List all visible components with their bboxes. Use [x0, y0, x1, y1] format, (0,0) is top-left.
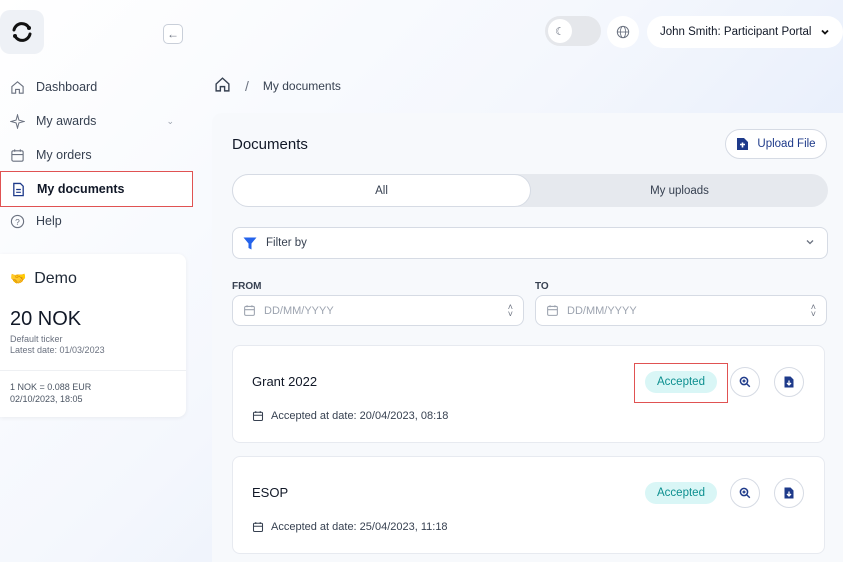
theme-toggle[interactable]: ☾ — [545, 16, 601, 46]
sidebar-item-label: My awards — [36, 114, 97, 128]
document-icon — [9, 180, 27, 198]
filter-label: Filter by — [266, 237, 307, 249]
home-icon[interactable] — [214, 76, 231, 96]
calendar-icon — [244, 305, 255, 316]
collapse-sidebar-button[interactable]: ← — [163, 24, 183, 44]
document-date: Accepted at date: 25/04/2023, 11:18 — [252, 521, 448, 533]
from-date-input[interactable]: DD/MM/YYYY ˄ ˅ — [232, 295, 524, 326]
sidebar-item-label: My documents — [37, 182, 125, 196]
document-name: ESOP — [252, 485, 289, 500]
upload-file-button[interactable]: Upload File — [725, 129, 827, 159]
logo-icon — [12, 22, 32, 42]
sidebar-item-label: Help — [36, 214, 62, 228]
sidebar-item-help[interactable]: ? Help — [0, 204, 190, 238]
spinner-icon[interactable]: ˄ ˅ — [811, 302, 816, 318]
download-button[interactable] — [774, 367, 804, 397]
sidebar-item-my-awards[interactable]: My awards ⌄ — [0, 104, 190, 138]
download-button[interactable] — [774, 478, 804, 508]
sidebar-item-dashboard[interactable]: Dashboard — [0, 70, 190, 104]
breadcrumb-separator: / — [245, 78, 249, 94]
sidebar-item-my-documents[interactable]: My documents — [0, 171, 193, 207]
divider — [0, 370, 186, 371]
to-date-placeholder: DD/MM/YYYY — [567, 304, 637, 317]
exchange-rate-time: 02/10/2023, 18:05 — [10, 394, 83, 404]
document-tabs: All My uploads — [232, 174, 828, 207]
filter-icon — [243, 237, 257, 249]
to-date-input[interactable]: DD/MM/YYYY ˄ ˅ — [535, 295, 827, 326]
chevron-down-icon: ⌄ — [166, 115, 174, 126]
page-title: Documents — [232, 136, 308, 153]
filter-dropdown[interactable]: Filter by — [232, 227, 828, 259]
sidebar-item-label: Dashboard — [36, 80, 98, 94]
document-date: Accepted at date: 20/04/2023, 08:18 — [252, 410, 448, 422]
help-icon: ? — [8, 212, 26, 230]
sparkle-icon — [8, 112, 26, 130]
language-button[interactable] — [607, 16, 639, 48]
app-logo[interactable] — [0, 10, 44, 54]
from-label: FROM — [232, 281, 262, 292]
from-date-placeholder: DD/MM/YYYY — [264, 304, 334, 317]
latest-date: Latest date: 01/03/2023 — [10, 345, 105, 355]
user-menu-button[interactable]: John Smith: Participant Portal — [647, 16, 843, 48]
tab-all[interactable]: All — [232, 174, 531, 207]
company-title: 🤝 Demo — [10, 270, 77, 287]
to-label: TO — [535, 281, 549, 292]
user-label: John Smith: Participant Portal — [660, 26, 812, 38]
breadcrumb-current: My documents — [262, 79, 341, 93]
arrow-left-icon: ← — [167, 27, 179, 41]
preview-button[interactable] — [730, 367, 760, 397]
spinner-icon[interactable]: ˄ ˅ — [508, 302, 513, 318]
company-card: 🤝 Demo 20 NOK Default ticker Latest date… — [0, 254, 186, 417]
upload-icon — [737, 138, 749, 150]
sidebar-item-label: My orders — [36, 148, 92, 162]
download-icon — [784, 487, 794, 499]
zoom-in-icon — [739, 376, 751, 388]
preview-button[interactable] — [730, 478, 760, 508]
chevron-down-icon — [805, 237, 815, 249]
zoom-in-icon — [739, 487, 751, 499]
document-card[interactable]: ESOP Accepted at date: 25/04/2023, 11:18… — [232, 456, 825, 554]
calendar-icon — [252, 411, 264, 422]
globe-icon — [616, 25, 630, 39]
status-badge: Accepted — [645, 371, 717, 393]
home-icon — [8, 78, 26, 96]
handshake-icon: 🤝 — [10, 271, 27, 286]
share-price: 20 NOK — [10, 308, 82, 330]
breadcrumb: / My documents — [214, 76, 341, 96]
moon-icon: ☾ — [548, 19, 572, 43]
document-name: Grant 2022 — [252, 374, 318, 389]
tab-my-uploads[interactable]: My uploads — [531, 174, 828, 207]
document-card[interactable]: Grant 2022 Accepted at date: 20/04/2023,… — [232, 345, 825, 443]
calendar-icon — [547, 305, 558, 316]
sidebar-item-my-orders[interactable]: My orders — [0, 138, 190, 172]
chevron-down-icon — [820, 29, 829, 35]
svg-text:?: ? — [15, 216, 20, 226]
status-badge: Accepted — [645, 482, 717, 504]
upload-file-label: Upload File — [757, 138, 816, 150]
calendar-icon — [8, 146, 26, 164]
ticker-label: Default ticker — [10, 334, 63, 344]
download-icon — [784, 376, 794, 388]
calendar-icon — [252, 522, 264, 533]
exchange-rate: 1 NOK = 0.088 EUR — [10, 382, 92, 392]
